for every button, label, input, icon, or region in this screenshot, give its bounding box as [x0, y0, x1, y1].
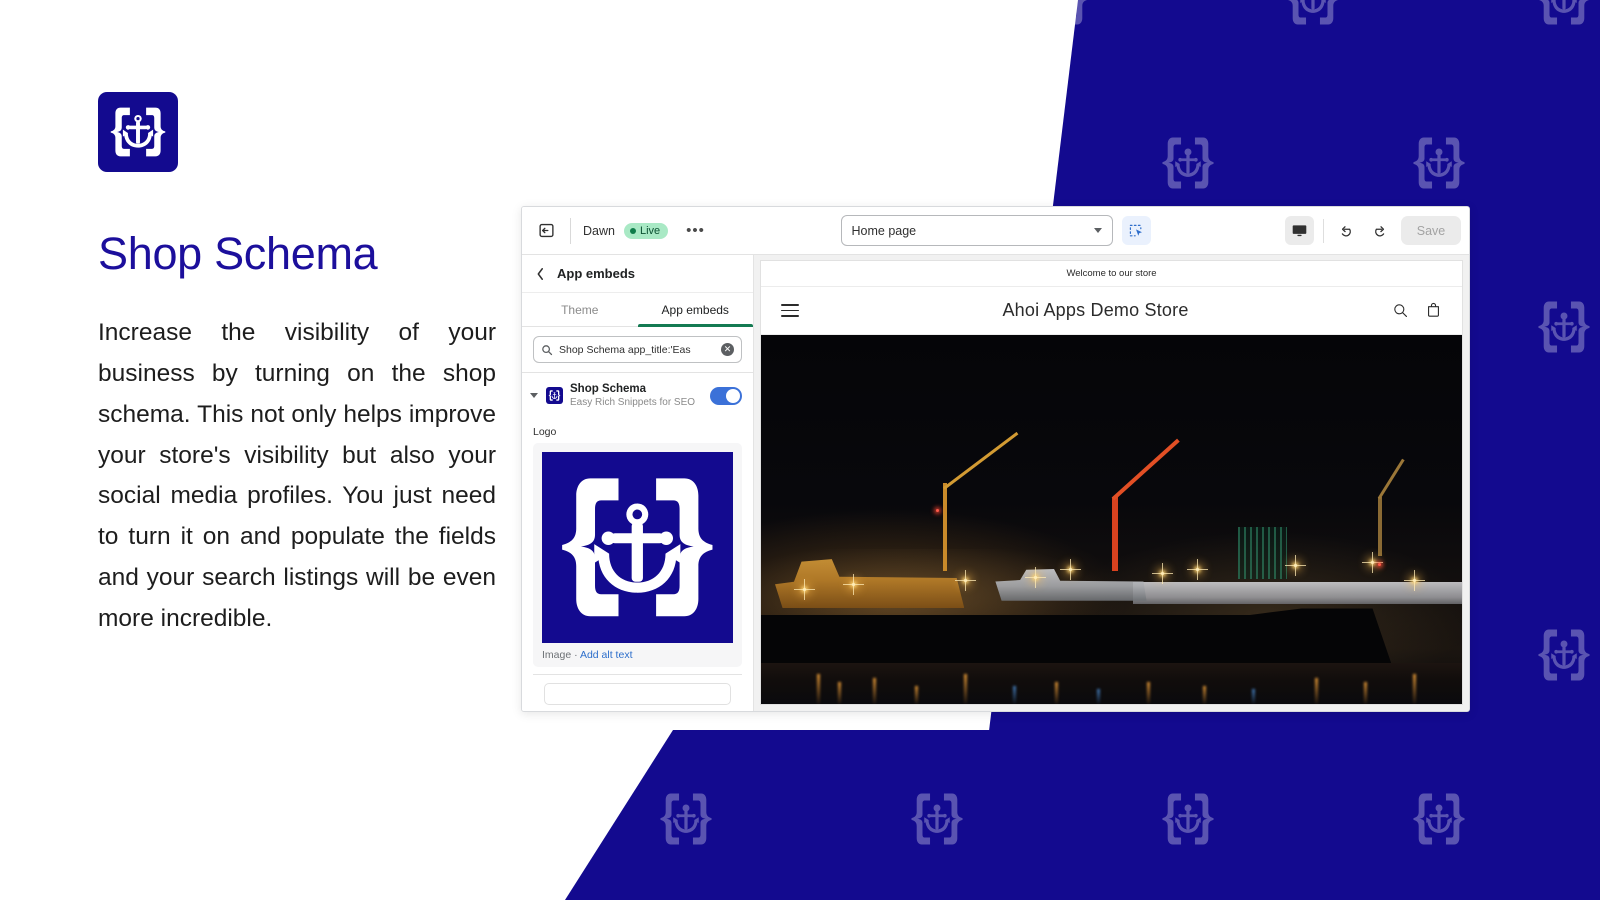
shop-schema-logo-image[interactable]	[542, 452, 733, 643]
storefront-header-actions	[1392, 302, 1442, 319]
editor-body: App embeds Theme App embeds Shop Schema …	[522, 255, 1469, 711]
chevron-left-icon[interactable]	[536, 267, 545, 281]
hero-image	[761, 335, 1462, 704]
status-badge-live: Live	[623, 222, 669, 239]
sidebar-tabs: Theme App embeds	[522, 293, 753, 327]
background-logo-mark	[1410, 788, 1468, 850]
background-logo-mark	[908, 132, 966, 194]
background-logo-mark	[29, 296, 87, 358]
save-button[interactable]: Save	[1401, 216, 1461, 245]
sidebar-header: App embeds	[522, 255, 753, 293]
desktop-view-icon[interactable]	[1285, 216, 1314, 245]
app-embed-toggle[interactable]	[710, 386, 742, 405]
background-logo-mark	[531, 0, 589, 30]
logo-field: Logo Image · Add alt text	[522, 418, 753, 705]
crane-yellow	[943, 431, 1019, 572]
background-logo-mark	[406, 788, 464, 850]
logo-caption: Image · Add alt text	[542, 649, 733, 661]
page-selector-value: Home page	[851, 223, 917, 238]
dock-wall	[1132, 582, 1462, 605]
crane-far	[1377, 458, 1405, 557]
storefront-frame: Welcome to our store Ahoi Apps Demo Stor…	[760, 260, 1463, 705]
editor-topbar: Dawn Live ••• Home page Save	[522, 207, 1469, 255]
background-logo-mark	[1535, 624, 1593, 686]
slide-text-column: Shop Schema Increase the visibility of y…	[98, 92, 496, 640]
sidebar-next-field-stub	[533, 674, 742, 705]
live-dot-icon	[629, 227, 636, 234]
redo-icon[interactable]	[1364, 216, 1393, 245]
clear-icon[interactable]: ✕	[721, 343, 734, 356]
background-logo-mark	[657, 788, 715, 850]
background-logo-mark	[1410, 132, 1468, 194]
undo-icon[interactable]	[1333, 216, 1362, 245]
page-selector[interactable]: Home page	[840, 215, 1113, 246]
announcement-bar: Welcome to our store	[761, 261, 1462, 287]
background-logo-mark	[657, 132, 715, 194]
caret-down-icon[interactable]	[530, 393, 538, 398]
sidebar-search-wrap: Shop Schema app_title:'Eas ✕	[522, 327, 753, 372]
theme-name[interactable]: Dawn	[583, 224, 615, 238]
shopping-cart-icon[interactable]	[1425, 302, 1442, 319]
page-title: Shop Schema	[98, 228, 378, 279]
logo-caption-separator: ·	[574, 649, 578, 661]
search-icon	[542, 344, 553, 355]
logo-caption-prefix: Image	[542, 649, 572, 661]
background-logo-mark	[1535, 0, 1593, 30]
sidebar-stub-input[interactable]	[544, 683, 731, 705]
topbar-divider	[570, 217, 571, 244]
live-badge-label: Live	[639, 224, 661, 237]
tab-theme[interactable]: Theme	[522, 293, 638, 326]
water	[761, 663, 1462, 704]
background-logo-mark	[908, 788, 966, 850]
search-input[interactable]: Shop Schema app_title:'Eas ✕	[533, 336, 742, 363]
scaffold-structure	[1237, 526, 1287, 579]
shopify-theme-editor-window: Dawn Live ••• Home page Save App embeds …	[521, 206, 1470, 712]
editor-sidebar: App embeds Theme App embeds Shop Schema …	[522, 255, 754, 711]
exit-editor-icon[interactable]	[532, 217, 560, 245]
background-logo-mark	[1284, 0, 1342, 30]
background-logo-mark	[280, 0, 338, 30]
topbar-right-group: Save	[1285, 216, 1461, 245]
hamburger-menu-icon[interactable]	[781, 304, 799, 317]
app-embed-texts: Shop Schema Easy Rich Snippets for SEO	[570, 382, 703, 409]
app-embed-row[interactable]: Shop Schema Easy Rich Snippets for SEO	[522, 373, 753, 418]
crane-red	[1111, 438, 1180, 572]
search-icon[interactable]	[1392, 302, 1409, 319]
toggle-knob	[726, 388, 740, 403]
logo-field-label: Logo	[533, 426, 557, 438]
topbar-separator	[1323, 218, 1324, 243]
search-input-value: Shop Schema app_title:'Eas	[559, 343, 691, 356]
storefront-header: Ahoi Apps Demo Store	[761, 287, 1462, 335]
background-logo-mark	[782, 0, 840, 30]
more-options-button[interactable]: •••	[680, 222, 711, 240]
background-logo-mark	[1033, 0, 1091, 30]
background-logo-mark	[1159, 132, 1217, 194]
sidebar-title: App embeds	[557, 266, 636, 281]
background-logo-mark	[1159, 788, 1217, 850]
app-embed-name: Shop Schema	[570, 383, 647, 395]
tab-app-embeds[interactable]: App embeds	[637, 293, 754, 327]
background-logo-mark	[1535, 296, 1593, 358]
chevron-down-icon	[1093, 228, 1102, 233]
background-logo-mark	[155, 788, 213, 850]
topbar-center-group: Home page	[840, 215, 1151, 246]
store-name: Ahoi Apps Demo Store	[1002, 300, 1189, 320]
body-paragraph: Increase the visibility of your business…	[98, 319, 496, 632]
brand-logo	[98, 92, 178, 172]
select-element-icon[interactable]	[1121, 216, 1151, 245]
background-logo-mark	[29, 0, 87, 30]
logo-upload-box[interactable]: Image · Add alt text	[533, 443, 742, 667]
app-embed-subtitle: Easy Rich Snippets for SEO	[570, 397, 696, 408]
background-logo-mark	[29, 624, 87, 686]
shop-schema-app-icon	[546, 387, 563, 404]
storefront-preview-pane: Welcome to our store Ahoi Apps Demo Stor…	[754, 255, 1469, 711]
add-alt-text-link[interactable]: Add alt text	[580, 649, 633, 661]
